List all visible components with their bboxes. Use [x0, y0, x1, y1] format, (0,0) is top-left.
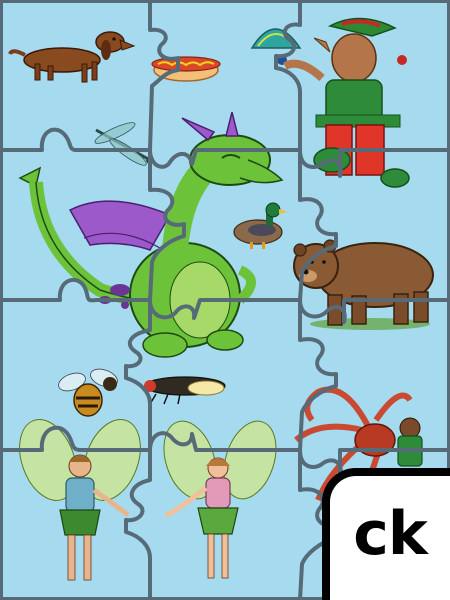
male-fairy-picture[interactable]	[9, 412, 151, 581]
bee-picture[interactable]	[56, 366, 120, 417]
dragonfly-picture[interactable]	[93, 119, 154, 169]
sound-badge[interactable]: ck	[322, 468, 450, 600]
firefly-picture[interactable]	[144, 376, 226, 405]
jigsaw-puzzle-board: ck	[0, 0, 450, 600]
duck-picture[interactable]	[233, 202, 288, 249]
dachshund-dog-picture[interactable]	[8, 31, 136, 83]
sound-badge-text: ck	[353, 499, 427, 569]
